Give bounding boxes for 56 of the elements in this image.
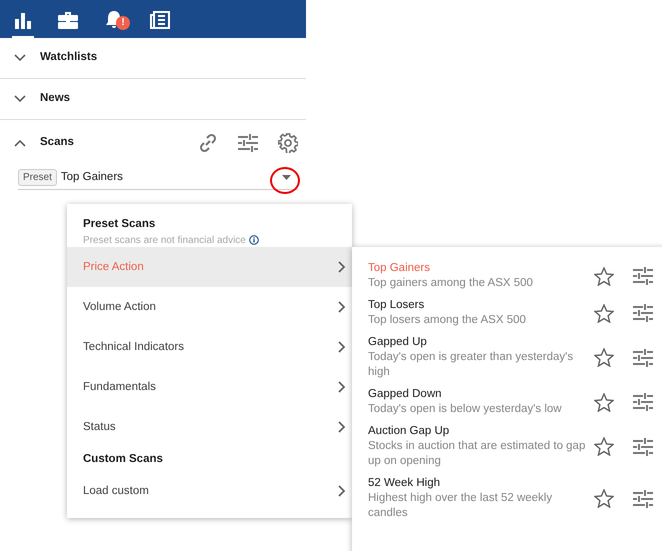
info-icon[interactable]: [248, 235, 259, 246]
menu-item[interactable]: Fundamentals: [67, 367, 352, 408]
menu-item[interactable]: Technical Indicators: [67, 327, 352, 368]
scan-title[interactable]: 52 Week High: [368, 476, 588, 491]
star-icon[interactable]: [594, 489, 614, 508]
section-title[interactable]: Watchlists: [40, 49, 98, 67]
star-icon[interactable]: [594, 348, 614, 367]
scan-title[interactable]: Top Losers: [368, 298, 588, 313]
bar-chart-icon: [14, 10, 32, 28]
expand-chevron-icon[interactable]: [14, 95, 26, 103]
annotation-circle: [270, 167, 300, 194]
star-icon[interactable]: [594, 392, 614, 412]
briefcase-icon: [58, 10, 78, 28]
newspaper-icon: [150, 10, 170, 28]
menu-heading: Preset Scans: [82, 217, 156, 232]
chevron-right-icon: [338, 485, 346, 498]
preset-tag: Preset: [18, 169, 57, 186]
menu-item[interactable]: Load custom: [67, 471, 352, 512]
filter-sliders-icon[interactable]: [633, 304, 653, 322]
scan-select[interactable]: Preset Top Gainers: [18, 166, 298, 190]
star-icon[interactable]: [594, 437, 614, 456]
expand-chevron-icon[interactable]: [14, 54, 26, 62]
scan-description: Stocks in auction that are estimated to gap up on opening: [368, 439, 586, 469]
filter-sliders-icon[interactable]: [633, 393, 653, 411]
link-icon[interactable]: [198, 133, 218, 153]
scan-title[interactable]: Gapped Up: [368, 335, 588, 350]
scan-description: Top losers among the ASX 500: [368, 313, 527, 328]
chevron-right-icon: [338, 381, 346, 394]
scan-description: Today's open is greater than yesterday's high: [368, 350, 574, 380]
filter-sliders-icon[interactable]: [633, 348, 653, 366]
dropdown-caret-icon[interactable]: [282, 175, 291, 180]
scan-title[interactable]: Gapped Down: [368, 387, 588, 402]
select-value: Top Gainers: [60, 170, 123, 185]
scan-description: Today's open is below yesterday's low: [368, 402, 563, 417]
section-title[interactable]: Scans: [40, 134, 74, 152]
disclaimer-text: Preset scans are not financial advice: [83, 234, 246, 248]
scan-description: Highest high over the last 52 weekly candles: [368, 491, 554, 521]
scan-title[interactable]: Auction Gap Up: [368, 424, 588, 439]
filter-sliders-icon[interactable]: [633, 267, 653, 285]
chevron-right-icon: [338, 301, 346, 314]
alert-badge: !: [116, 16, 130, 30]
settings-icon[interactable]: [278, 133, 298, 153]
chevron-right-icon: [338, 341, 346, 354]
chevron-right-icon: [338, 421, 346, 434]
filter-sliders-icon[interactable]: [238, 134, 258, 152]
menu-heading: Custom Scans: [82, 452, 164, 467]
section-title[interactable]: News: [40, 90, 70, 108]
scan-description: Top gainers among the ASX 500: [368, 276, 534, 291]
menu-item[interactable]: Status: [67, 407, 352, 448]
filter-sliders-icon[interactable]: [633, 438, 653, 456]
chevron-right-icon: [338, 261, 346, 274]
filter-sliders-icon[interactable]: [633, 490, 653, 508]
star-icon[interactable]: [594, 304, 614, 322]
star-icon[interactable]: [594, 266, 614, 286]
menu-item[interactable]: Volume Action: [67, 287, 352, 328]
collapse-chevron-icon[interactable]: [14, 139, 26, 147]
